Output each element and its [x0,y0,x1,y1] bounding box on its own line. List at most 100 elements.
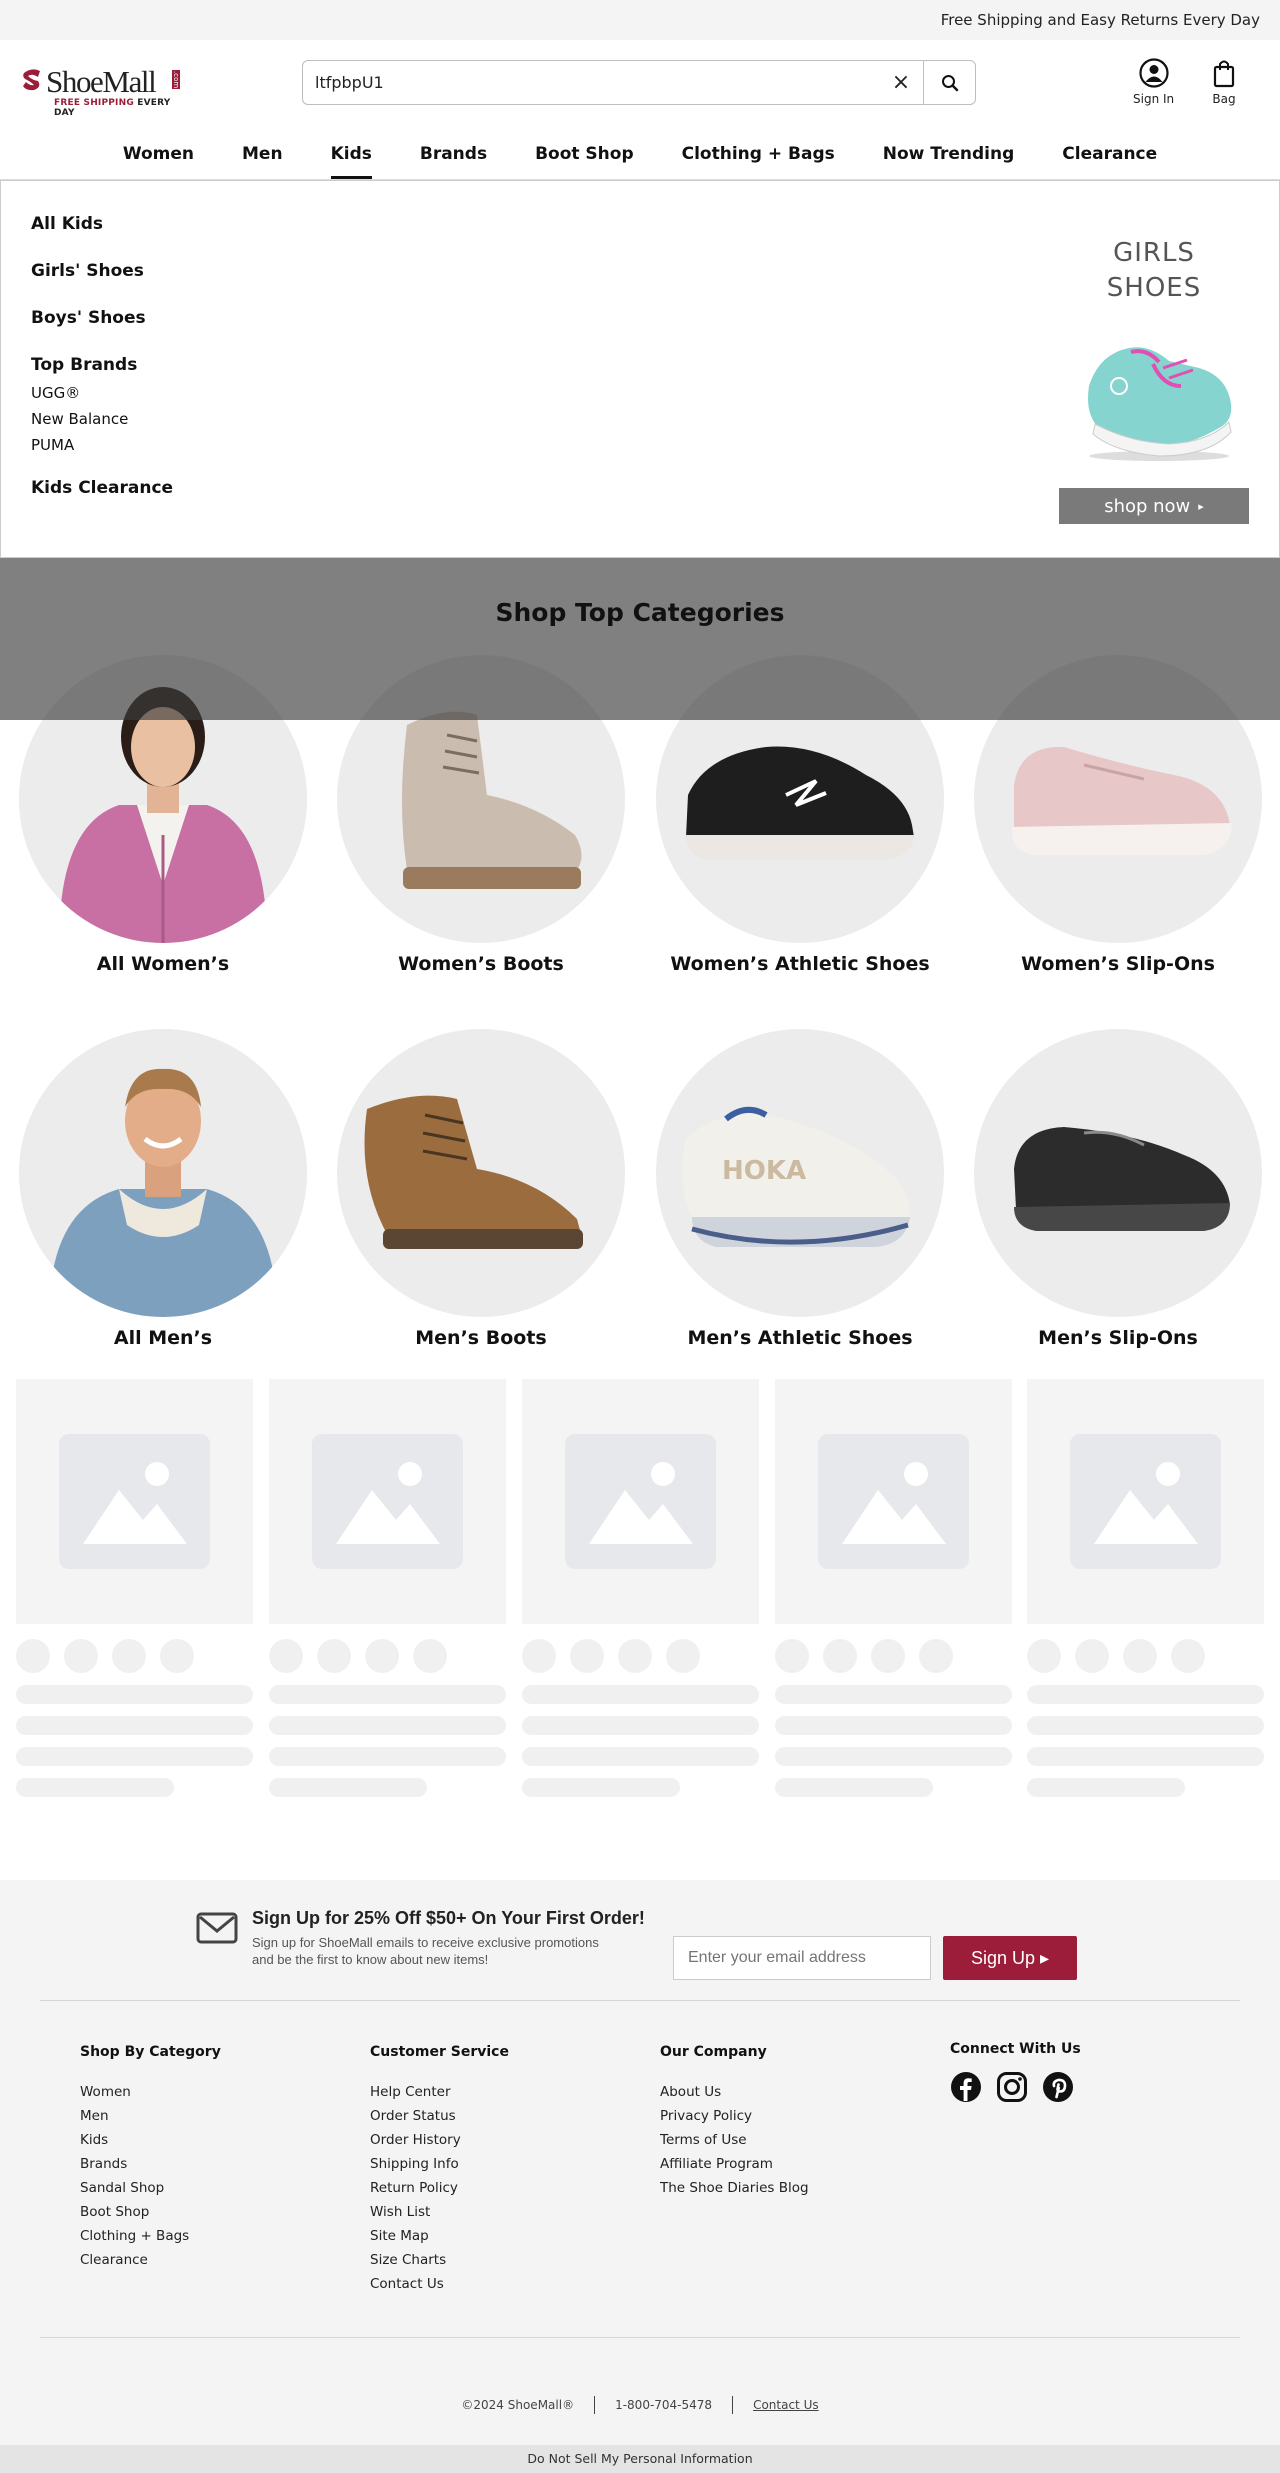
footer-heading: Our Company [660,2044,767,2060]
categories-title: Shop Top Categories [495,598,785,627]
logo[interactable]: ShoeMall .com FREE SHIPPING EVERY DAY [22,64,182,118]
footer-link-contact-us[interactable]: Contact Us [370,2272,509,2296]
facebook-icon[interactable] [950,2071,982,2103]
footer-link-size-charts[interactable]: Size Charts [370,2248,509,2272]
nav-men[interactable]: Men [218,135,307,179]
dropdown-girls-shoes[interactable]: Girls' Shoes [31,261,144,281]
signup-body: Sign up for ShoeMall emails to receive e… [252,1935,599,1967]
bag-icon [1213,60,1235,88]
sign-up-button[interactable]: Sign Up ▸ [943,1936,1077,1980]
girls-shoes-promo[interactable]: GIRLS SHOES [1059,236,1249,466]
dropdown-top-brands-heading: Top Brands [31,355,138,375]
girls-sneaker-image [1088,347,1232,461]
image-placeholder-icon [83,1462,187,1544]
email-signup: Sign Up for 25% Off $50+ On Your First O… [196,1908,1086,1980]
page-overlay[interactable] [0,558,1280,720]
product-skeleton [522,1379,759,1797]
category-image: HOKA [656,1029,944,1317]
product-skeleton [1027,1379,1264,1797]
bag-button[interactable]: Bag [1212,58,1236,106]
logo-tagline: FREE SHIPPING EVERY DAY [54,98,171,118]
category-mens-boots[interactable]: Men’s Boots [337,1029,625,1349]
dropdown-brand-ugg[interactable]: UGG® [31,384,80,402]
dropdown-kids-clearance[interactable]: Kids Clearance [31,478,173,498]
category-label: Men’s Slip-Ons [1038,1327,1198,1349]
footer-divider [40,2337,1240,2338]
search-button[interactable] [923,61,975,104]
logo-com: .com [172,70,180,90]
dropdown-brand-new-balance[interactable]: New Balance [31,410,128,428]
footer-link-site-map[interactable]: Site Map [370,2224,509,2248]
copyright: ©2024 ShoeMall® [461,2398,575,2412]
logo-wordmark: ShoeMall [46,64,157,99]
nav-clearance[interactable]: Clearance [1038,135,1181,179]
image-placeholder [775,1379,1012,1624]
footer-link-order-history[interactable]: Order History [370,2128,509,2152]
footer-link-clothing-bags[interactable]: Clothing + Bags [80,2224,221,2248]
nav-kids[interactable]: Kids [307,135,396,179]
image-placeholder-icon [589,1462,693,1544]
clear-search-button[interactable]: × [879,61,923,104]
instagram-icon[interactable] [996,2071,1028,2103]
footer-link-privacy-policy[interactable]: Privacy Policy [660,2104,809,2128]
footer-link-help-center[interactable]: Help Center [370,2080,509,2104]
footer-link-terms-of-use[interactable]: Terms of Use [660,2128,809,2152]
sign-in-label: Sign In [1133,92,1175,106]
mens-athletic-shoe-image: HOKA [682,1106,911,1247]
category-image [19,1029,307,1317]
nav-now-trending[interactable]: Now Trending [859,135,1039,179]
footer-bottom-bar: ©2024 ShoeMall® 1-800-704-5478 Contact U… [0,2396,1280,2414]
nav-boot-shop[interactable]: Boot Shop [511,135,658,179]
user-icon [1138,58,1169,88]
footer-divider [40,2000,1240,2001]
dropdown-all-kids[interactable]: All Kids [31,214,103,234]
footer-link-order-status[interactable]: Order Status [370,2104,509,2128]
footer-link-affiliate-program[interactable]: Affiliate Program [660,2152,809,2176]
dropdown-boys-shoes[interactable]: Boys' Shoes [31,308,146,328]
do-not-sell-link[interactable]: Do Not Sell My Personal Information [0,2445,1280,2473]
logo-mark-icon [23,69,40,91]
footer-link-wish-list[interactable]: Wish List [370,2200,509,2224]
promo-bar: Free Shipping and Easy Returns Every Day [0,0,1280,40]
footer-link-brands[interactable]: Brands [80,2152,221,2176]
footer-heading: Connect With Us [950,2041,1081,2057]
email-field[interactable] [673,1936,931,1980]
category-mens-slip-ons[interactable]: Men’s Slip-Ons [974,1029,1262,1349]
nav-clothing-bags[interactable]: Clothing + Bags [658,135,859,179]
footer-link-about-us[interactable]: About Us [660,2080,809,2104]
image-placeholder-icon [842,1462,946,1544]
footer-link-shoe-diaries-blog[interactable]: The Shoe Diaries Blog [660,2176,809,2200]
category-label: Women’s Boots [398,953,564,975]
category-all-mens[interactable]: All Men’s [19,1029,307,1349]
contact-us-link[interactable]: Contact Us [753,2398,819,2412]
bag-label: Bag [1212,92,1236,106]
footer-shop-by-category: Shop By Category Women Men Kids Brands S… [80,2044,221,2272]
nav-brands[interactable]: Brands [396,135,511,179]
image-placeholder [1027,1379,1264,1624]
footer-link-return-policy[interactable]: Return Policy [370,2176,509,2200]
signup-heading: Sign Up for 25% Off $50+ On Your First O… [252,1908,645,1928]
footer-heading: Shop By Category [80,2044,221,2060]
footer-link-boot-shop[interactable]: Boot Shop [80,2200,221,2224]
footer-link-clearance[interactable]: Clearance [80,2248,221,2272]
category-mens-athletic[interactable]: HOKA Men’s Athletic Shoes [656,1029,944,1349]
search-input[interactable] [303,61,879,104]
category-label: Men’s Boots [415,1327,547,1349]
shop-now-button[interactable]: shop now ▸ [1059,488,1249,524]
mens-boot-image [364,1095,583,1249]
pinterest-icon[interactable] [1042,2071,1074,2103]
category-image [337,1029,625,1317]
category-label: Women’s Slip-Ons [1021,953,1215,975]
dropdown-brand-puma[interactable]: PUMA [31,436,74,454]
footer-link-sandal-shop[interactable]: Sandal Shop [80,2176,221,2200]
nav-women[interactable]: Women [99,135,218,179]
product-skeleton [269,1379,506,1797]
sign-in-button[interactable]: Sign In [1133,58,1174,106]
footer-link-kids[interactable]: Kids [80,2128,221,2152]
phone-number[interactable]: 1-800-704-5478 [615,2398,712,2412]
promo-text: Free Shipping and Easy Returns Every Day [940,11,1260,29]
footer-link-women[interactable]: Women [80,2080,221,2104]
footer-link-men[interactable]: Men [80,2104,221,2128]
footer-link-shipping-info[interactable]: Shipping Info [370,2152,509,2176]
category-label: All Women’s [96,953,230,975]
